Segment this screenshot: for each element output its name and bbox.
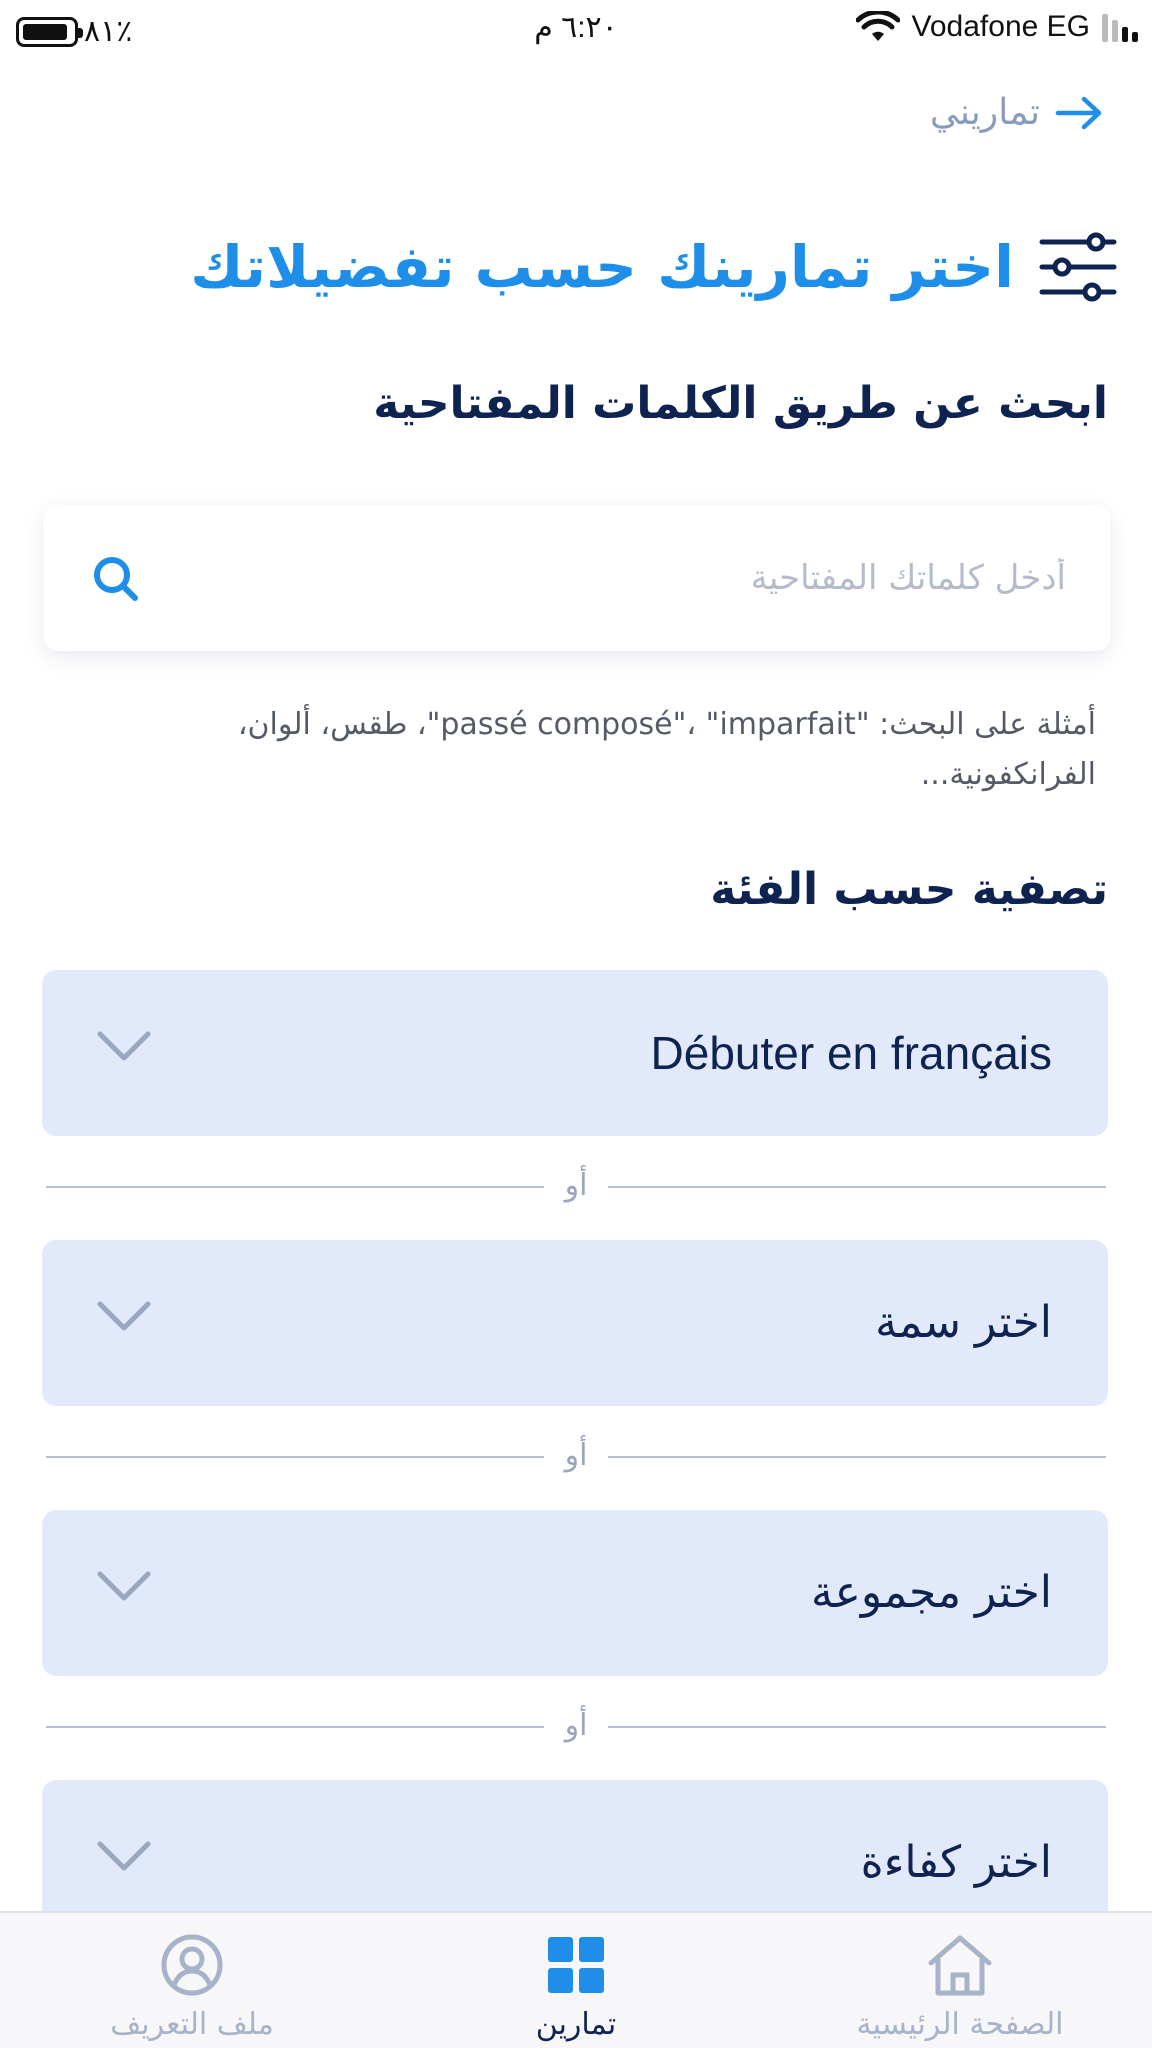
wifi-icon: [855, 11, 900, 41]
tab-home[interactable]: الصفحة الرئيسية: [810, 1913, 1110, 2048]
tab-label: ملف التعريف: [110, 2007, 274, 2042]
search-input[interactable]: [186, 505, 1066, 651]
profile-icon: [161, 1934, 223, 1996]
search-box: [44, 505, 1110, 651]
or-divider: أو: [46, 1436, 1106, 1476]
search-icon[interactable]: [92, 555, 140, 603]
tab-exercises[interactable]: تمارين: [426, 1913, 726, 2048]
carrier-name: Vodafone EG: [911, 10, 1090, 43]
status-bar: ٨١٪ ٦:٢٠ م Vodafone EG: [0, 0, 1152, 60]
back-label: تماريني: [929, 92, 1040, 133]
or-divider: أو: [46, 1706, 1106, 1746]
sliders-icon: [1039, 232, 1117, 302]
dropdown-label: اختر سمة: [875, 1297, 1052, 1348]
tab-profile[interactable]: ملف التعريف: [42, 1913, 342, 2048]
search-examples: أمثلة على البحث: "passé composé"، "impar…: [237, 707, 1096, 792]
page-header: اختر تمارينك حسب تفضيلاتك: [190, 232, 1118, 302]
dropdown-label: اختر مجموعة: [811, 1567, 1052, 1618]
back-link[interactable]: تماريني: [930, 92, 1104, 133]
level-dropdown[interactable]: Débuter en français: [42, 970, 1108, 1136]
or-label: أو: [564, 1438, 588, 1473]
or-label: أو: [564, 1708, 588, 1743]
tab-label: الصفحة الرئيسية: [856, 2007, 1064, 2042]
page-title: اختر تمارينك حسب تفضيلاتك: [190, 233, 1014, 301]
or-divider: أو: [46, 1166, 1106, 1206]
signal-icon: [1102, 12, 1138, 42]
tab-label: تمارين: [535, 2007, 617, 2042]
filter-heading: تصفية حسب الفئة: [710, 864, 1108, 915]
or-label: أو: [564, 1168, 588, 1203]
chevron-down-icon: [97, 1301, 151, 1331]
chevron-down-icon: [97, 1571, 151, 1601]
bottom-tab-bar: ملف التعريف تمارين الصفحة الرئيسية: [0, 1911, 1152, 2048]
chevron-down-icon: [97, 1031, 151, 1061]
group-dropdown[interactable]: اختر مجموعة: [42, 1510, 1108, 1676]
home-icon: [928, 1935, 992, 1996]
grid-icon: [548, 1937, 604, 1993]
chevron-down-icon: [97, 1841, 151, 1871]
theme-dropdown[interactable]: اختر سمة: [42, 1240, 1108, 1406]
arrow-right-icon: [1055, 96, 1102, 129]
search-heading: ابحث عن طريق الكلمات المفتاحية: [373, 378, 1108, 429]
carrier-info: Vodafone EG: [855, 10, 1138, 44]
dropdown-label: Débuter en français: [650, 1027, 1052, 1079]
